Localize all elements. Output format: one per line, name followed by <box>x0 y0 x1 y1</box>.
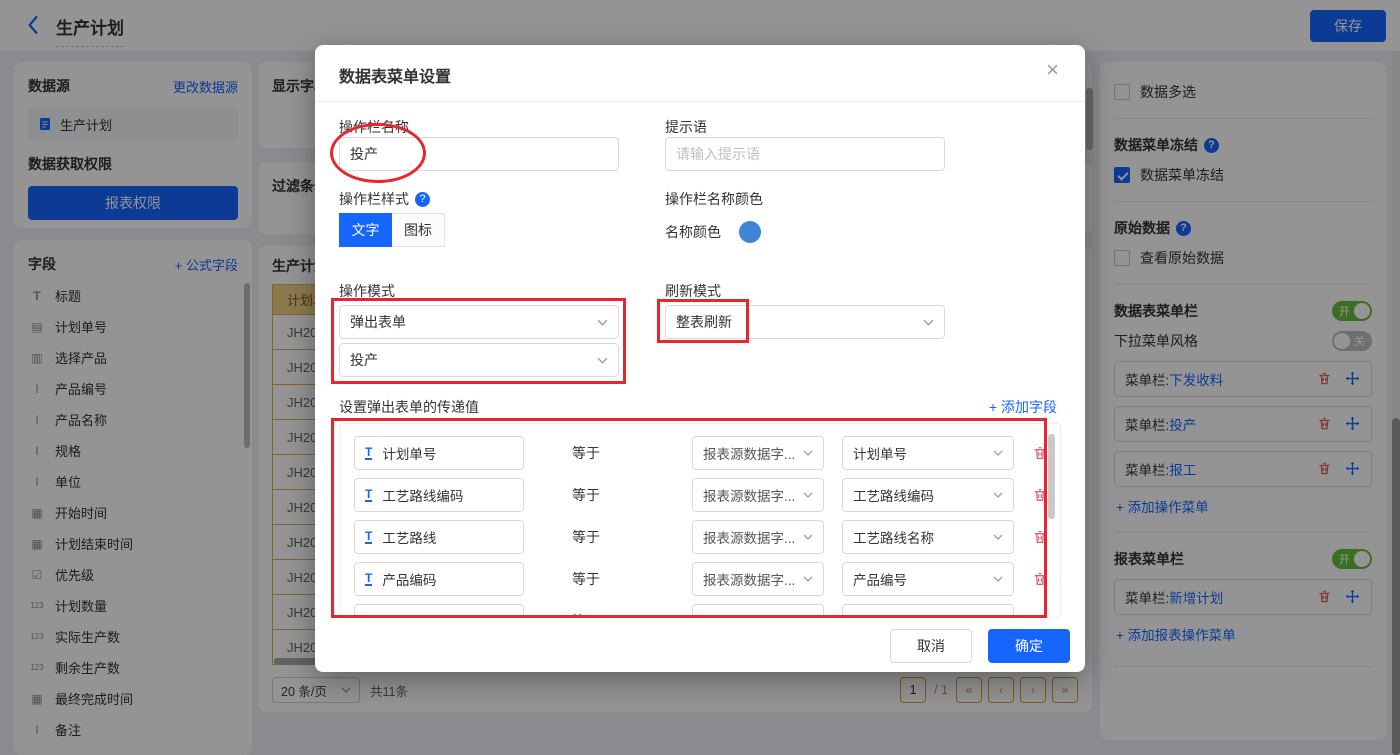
transfer-rows-scrollbar-thumb[interactable] <box>1048 434 1055 519</box>
text-field-icon: T <box>365 530 372 545</box>
target-field-select[interactable]: 工艺路线编码 <box>842 478 1014 512</box>
table-menu-settings-modal: 数据表菜单设置 操作栏名称 提示语 操作栏样式 文字 图标 操作栏名称颜色 名称… <box>315 45 1085 672</box>
cancel-button[interactable]: 取消 <box>890 629 972 663</box>
transfer-row: T计划单号 等于 报表源数据字... 计划单号 <box>340 436 1060 470</box>
chevron-down-icon <box>803 450 813 456</box>
add-field-link[interactable]: 添加字段 <box>989 397 1057 417</box>
chevron-down-icon <box>803 492 813 498</box>
action-name-label: 操作栏名称 <box>339 117 409 137</box>
source-type-select[interactable]: 报表源数据字... <box>692 478 824 512</box>
delete-icon[interactable] <box>1032 571 1048 587</box>
action-style-tabs: 文字 图标 <box>339 213 445 247</box>
chevron-down-icon <box>923 319 934 326</box>
action-mode-label: 操作模式 <box>339 281 395 301</box>
text-field-icon: T <box>365 614 372 618</box>
name-color-section-label: 操作栏名称颜色 <box>665 189 763 209</box>
chevron-down-icon <box>597 357 608 364</box>
tip-input[interactable] <box>665 137 945 171</box>
field-box[interactable]: T计划单号 <box>354 436 524 470</box>
action-form-select[interactable]: 投产 <box>339 343 619 377</box>
help-icon[interactable] <box>415 192 430 207</box>
equals-label: 等于 <box>572 443 600 463</box>
chevron-down-icon <box>993 450 1003 456</box>
text-field-icon: T <box>365 488 372 503</box>
tip-label: 提示语 <box>665 117 707 137</box>
transfer-rows-container: T计划单号 等于 报表源数据字... 计划单号 T工艺路线编码 等于 报表源数据… <box>339 423 1061 618</box>
tab-text-style[interactable]: 文字 <box>339 213 392 247</box>
chevron-down-icon <box>993 492 1003 498</box>
transfer-values-label: 设置弹出表单的传递值 <box>339 397 479 417</box>
field-box[interactable]: T产品编码 <box>354 562 524 596</box>
text-field-icon: T <box>365 572 372 587</box>
refresh-mode-select[interactable]: 整表刷新 <box>665 305 945 339</box>
equals-label: 等于 <box>572 569 600 589</box>
delete-icon[interactable] <box>1032 445 1048 461</box>
chevron-down-icon <box>803 534 813 540</box>
transfer-row: T 等于 <box>340 604 1060 618</box>
text-field-icon: T <box>365 446 372 461</box>
modal-title: 数据表菜单设置 <box>339 63 451 87</box>
action-mode-select[interactable]: 弹出表单 <box>339 305 619 339</box>
field-box[interactable]: T <box>354 604 524 618</box>
field-box[interactable]: T工艺路线 <box>354 520 524 554</box>
target-field-select[interactable] <box>842 604 1014 618</box>
equals-label: 等于 <box>572 485 600 505</box>
delete-icon[interactable] <box>1032 529 1048 545</box>
action-name-input[interactable] <box>339 137 619 171</box>
close-icon[interactable] <box>1046 59 1059 81</box>
equals-label: 等于 <box>572 611 600 618</box>
transfer-row: T产品编码 等于 报表源数据字... 产品编号 <box>340 562 1060 596</box>
source-type-select[interactable] <box>692 604 824 618</box>
name-color-label: 名称颜色 <box>665 222 721 242</box>
delete-icon[interactable] <box>1032 487 1048 503</box>
refresh-mode-label: 刷新模式 <box>665 281 721 301</box>
chevron-down-icon <box>597 319 608 326</box>
delete-icon[interactable] <box>1032 613 1048 618</box>
tab-icon-style[interactable]: 图标 <box>392 213 445 247</box>
transfer-row: T工艺路线 等于 报表源数据字... 工艺路线名称 <box>340 520 1060 554</box>
target-field-select[interactable]: 计划单号 <box>842 436 1014 470</box>
target-field-select[interactable]: 产品编号 <box>842 562 1014 596</box>
chevron-down-icon <box>993 576 1003 582</box>
chevron-down-icon <box>803 576 813 582</box>
source-type-select[interactable]: 报表源数据字... <box>692 436 824 470</box>
app-stage: 生产计划 保存 数据源 更改数据源 生产计划 数据获取权限 报表权限 字段 公式… <box>0 0 1400 755</box>
transfer-row: T工艺路线编码 等于 报表源数据字... 工艺路线编码 <box>340 478 1060 512</box>
name-color-row: 名称颜色 <box>665 221 761 243</box>
chevron-down-icon <box>993 534 1003 540</box>
target-field-select[interactable]: 工艺路线名称 <box>842 520 1014 554</box>
confirm-button[interactable]: 确定 <box>988 629 1070 663</box>
color-swatch[interactable] <box>739 221 761 243</box>
source-type-select[interactable]: 报表源数据字... <box>692 562 824 596</box>
action-style-label: 操作栏样式 <box>339 189 430 209</box>
equals-label: 等于 <box>572 527 600 547</box>
field-box[interactable]: T工艺路线编码 <box>354 478 524 512</box>
source-type-select[interactable]: 报表源数据字... <box>692 520 824 554</box>
modal-header-divider <box>315 101 1085 102</box>
